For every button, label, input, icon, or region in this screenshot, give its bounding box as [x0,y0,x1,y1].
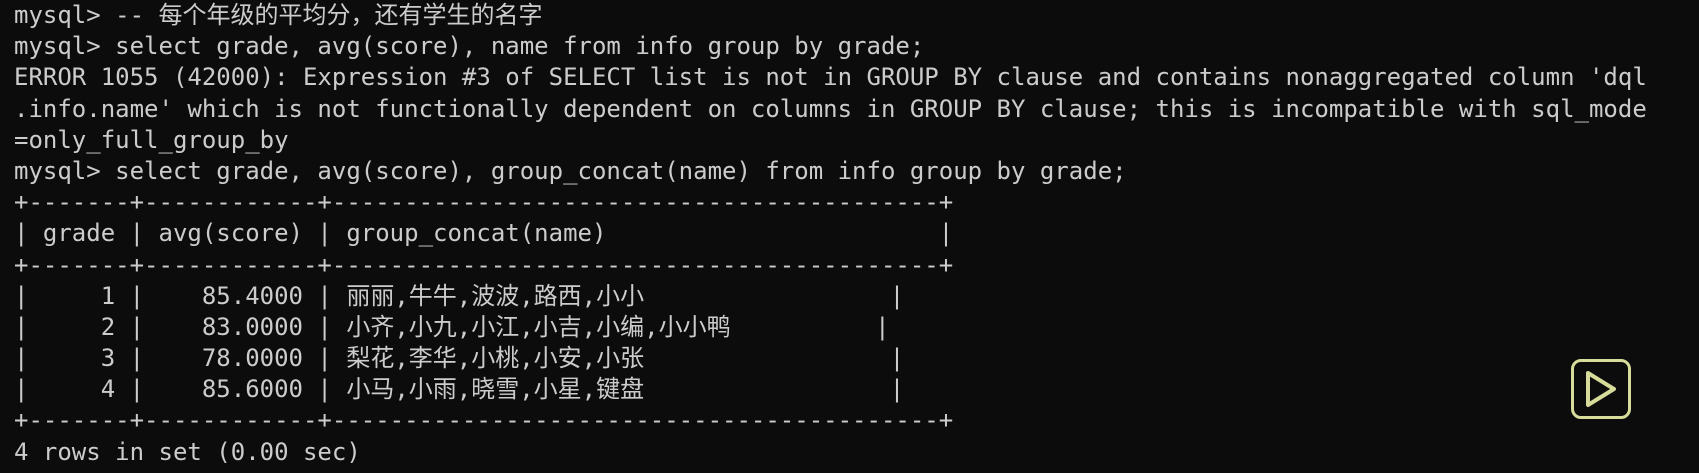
terminal-line-query-2: mysql> select grade, avg(score), group_c… [14,156,1127,185]
terminal-line-error-1: ERROR 1055 (42000): Expression #3 of SEL… [14,63,1647,92]
terminal-line-comment: mysql> -- 每个年级的平均分，还有学生的名字 [14,1,543,29]
table-row: | 4 | 85.6000 | 小马,小雨,晓雪,小星,键盘 | [14,375,905,404]
terminal-line-query-1: mysql> select grade, avg(score), name fr… [14,32,925,61]
play-button[interactable] [1571,359,1631,419]
table-row: | 1 | 85.4000 | 丽丽,牛牛,波波,路西,小小 | [14,281,905,310]
terminal-line-error-2: .info.name' which is not functionally de… [14,94,1647,123]
table-border-bottom: +-------+------------+------------------… [14,406,954,435]
play-icon [1586,371,1616,407]
result-summary: 4 rows in set (0.00 sec) [14,437,361,466]
terminal-line-error-3: =only_full_group_by [14,125,289,154]
table-border-top: +-------+------------+------------------… [14,188,954,217]
table-row: | 3 | 78.0000 | 梨花,李华,小桃,小安,小张 | [14,344,905,373]
terminal-window[interactable]: mysql> -- 每个年级的平均分，还有学生的名字 mysql> select… [0,0,1699,473]
table-border-header: +-------+------------+------------------… [14,250,954,279]
table-header-row: | grade | avg(score) | group_concat(name… [14,219,954,248]
table-row: | 2 | 83.0000 | 小齐,小九,小江,小吉,小编,小小鸭 | [14,312,890,341]
